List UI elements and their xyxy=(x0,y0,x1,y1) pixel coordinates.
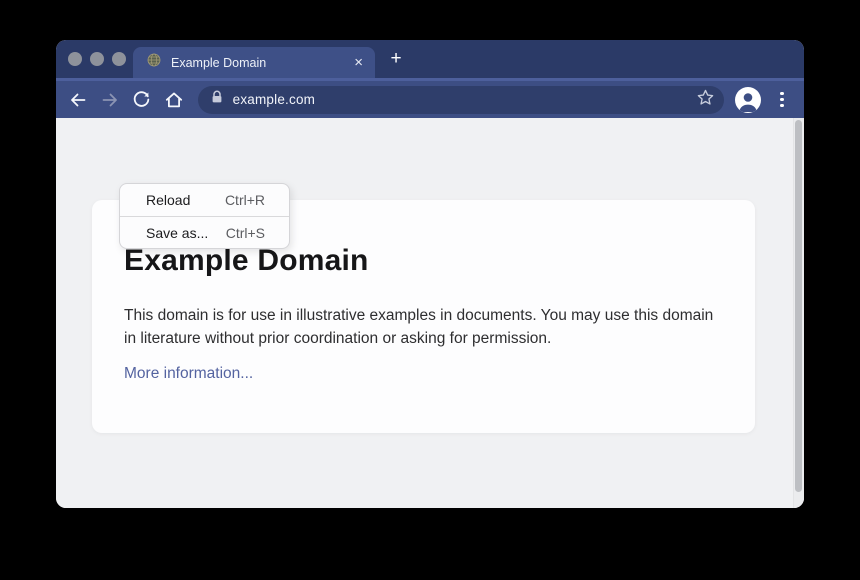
page-viewport: Example Domain This domain is for use in… xyxy=(56,118,804,508)
new-tab-button[interactable]: + xyxy=(385,48,407,70)
titlebar: Example Domain × + xyxy=(56,40,804,78)
scrollbar-thumb[interactable] xyxy=(795,120,802,492)
menu-item-label: Save as... xyxy=(146,225,208,241)
home-icon xyxy=(164,90,184,110)
close-window-button[interactable] xyxy=(68,52,82,66)
home-button[interactable] xyxy=(158,84,190,116)
back-arrow-icon xyxy=(68,90,88,110)
menu-item-label: Reload xyxy=(146,192,190,208)
vertical-scrollbar[interactable] xyxy=(793,118,804,508)
forward-arrow-icon xyxy=(100,90,120,110)
forward-button[interactable] xyxy=(94,84,126,116)
bookmark-star-button[interactable] xyxy=(696,88,715,112)
more-information-link[interactable]: More information... xyxy=(124,365,253,383)
menu-item-shortcut: Ctrl+S xyxy=(226,225,265,241)
profile-avatar-button[interactable] xyxy=(735,87,761,113)
favicon-globe-icon xyxy=(147,53,161,72)
context-menu: Reload Ctrl+R Save as... Ctrl+S xyxy=(119,183,290,249)
menu-dot-icon xyxy=(780,92,784,96)
lock-icon xyxy=(211,90,223,109)
reload-button[interactable] xyxy=(126,84,158,116)
minimize-window-button[interactable] xyxy=(90,52,104,66)
avatar-person-icon xyxy=(735,87,761,113)
star-icon xyxy=(696,88,715,107)
menu-item-shortcut: Ctrl+R xyxy=(225,192,265,208)
menu-dot-icon xyxy=(780,98,784,102)
page-paragraph: This domain is for use in illustrative e… xyxy=(124,304,716,350)
context-menu-item-reload[interactable]: Reload Ctrl+R xyxy=(120,184,289,216)
url-text: example.com xyxy=(233,92,315,107)
browser-window: Example Domain × + xyxy=(56,40,804,508)
page-title: Example Domain xyxy=(124,244,721,278)
back-button[interactable] xyxy=(62,84,94,116)
address-bar[interactable]: example.com xyxy=(198,86,724,114)
tab-example-domain[interactable]: Example Domain × xyxy=(133,47,375,78)
browser-menu-button[interactable] xyxy=(770,88,794,112)
menu-dot-icon xyxy=(780,104,784,108)
reload-icon xyxy=(132,90,151,109)
tab-title: Example Domain xyxy=(171,56,354,70)
traffic-lights xyxy=(68,52,126,66)
context-menu-item-save-as[interactable]: Save as... Ctrl+S xyxy=(120,216,289,248)
toolbar: example.com xyxy=(56,78,804,118)
maximize-window-button[interactable] xyxy=(112,52,126,66)
tab-close-icon[interactable]: × xyxy=(354,55,363,70)
